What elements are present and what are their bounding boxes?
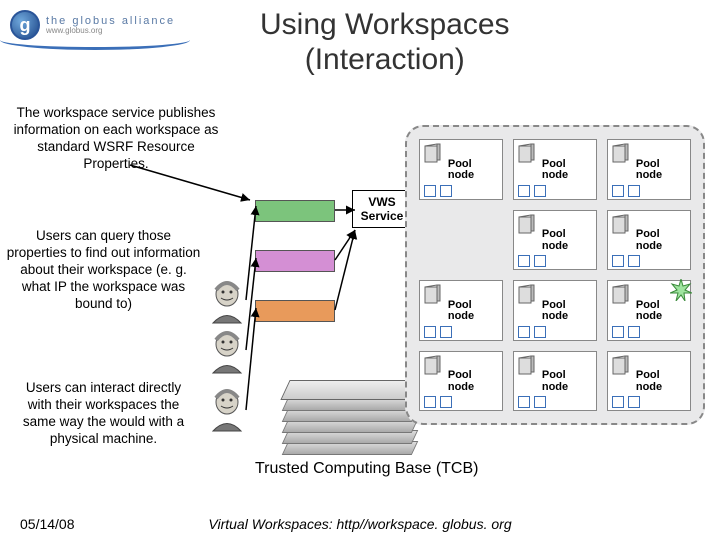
server-stack-icon: [285, 380, 415, 455]
pool-node: Poolnode: [513, 280, 597, 341]
server-icon: [517, 354, 535, 376]
server-icon: [423, 283, 441, 305]
pool-node-label: Poolnode: [542, 370, 568, 393]
pool-node: Poolnode: [419, 351, 503, 412]
mini-box-icon: [534, 185, 546, 197]
mini-box-icon: [424, 396, 436, 408]
arrow-orange-to-vws: [333, 226, 363, 316]
pool-node: Poolnode: [513, 139, 597, 200]
mini-box-icon: [628, 396, 640, 408]
server-icon: [611, 283, 629, 305]
mini-box-icon: [518, 255, 530, 267]
mini-box-icon: [612, 185, 624, 197]
logo-swoosh: [0, 30, 190, 50]
server-icon: [611, 213, 629, 235]
mini-box-icon: [440, 185, 452, 197]
pool-node-label: Poolnode: [542, 159, 568, 182]
mini-box-icon: [518, 185, 530, 197]
user-icon: [207, 280, 247, 324]
description-interact: Users can interact directly with their w…: [16, 380, 191, 448]
server-icon: [423, 354, 441, 376]
pool-frame: Poolnode Poolnode Poolnode Poolnode Poolnode…: [405, 125, 705, 425]
pool-node-label: Poolnode: [448, 159, 474, 182]
mini-box-icon: [424, 185, 436, 197]
server-icon: [517, 213, 535, 235]
mini-box-icon: [612, 255, 624, 267]
description-query: Users can query those properties to find…: [6, 228, 201, 312]
logo-line1: the globus alliance: [46, 15, 175, 27]
workspace-box-purple: [255, 250, 335, 272]
workspace-box-orange: [255, 300, 335, 322]
arrow-desc1-to-boxes: [120, 155, 260, 205]
pool-node-label: Poolnode: [448, 300, 474, 323]
workspace-box-green: [255, 200, 335, 222]
starburst-icon: [670, 279, 692, 301]
mini-box-icon: [534, 326, 546, 338]
mini-box-icon: [518, 326, 530, 338]
arrow-user3-to-orange: [242, 302, 262, 417]
footer-credit: Virtual Workspaces: http//workspace. glo…: [0, 516, 720, 532]
mini-box-icon: [628, 326, 640, 338]
mini-box-icon: [612, 326, 624, 338]
tcb-label: Trusted Computing Base (TCB): [255, 460, 478, 478]
mini-box-icon: [534, 396, 546, 408]
pool-node-label: Poolnode: [636, 300, 662, 323]
mini-box-icon: [440, 326, 452, 338]
pool-node: Poolnode: [607, 280, 691, 341]
pool-node: Poolnode: [513, 210, 597, 271]
pool-node: Poolnode: [607, 351, 691, 412]
mini-box-icon: [424, 326, 436, 338]
mini-box-icon: [440, 396, 452, 408]
user-icon: [207, 330, 247, 374]
pool-node: Poolnode: [607, 210, 691, 271]
pool-node: Poolnode: [607, 139, 691, 200]
server-icon: [611, 354, 629, 376]
server-icon: [517, 142, 535, 164]
mini-box-icon: [518, 396, 530, 408]
pool-grid: Poolnode Poolnode Poolnode Poolnode Poolnode…: [419, 139, 691, 411]
user-icon: [207, 388, 247, 432]
pool-node-label: Poolnode: [542, 300, 568, 323]
server-icon: [611, 142, 629, 164]
server-icon: [423, 142, 441, 164]
pool-node-label: Poolnode: [636, 229, 662, 252]
pool-node-label: Poolnode: [448, 370, 474, 393]
pool-node: Poolnode: [419, 139, 503, 200]
arrow-green-to-vws: [333, 200, 363, 214]
mini-box-icon: [612, 396, 624, 408]
mini-box-icon: [628, 185, 640, 197]
pool-node: Poolnode: [513, 351, 597, 412]
pool-node: Poolnode: [419, 280, 503, 341]
pool-node-label: Poolnode: [542, 229, 568, 252]
pool-node-label: Poolnode: [636, 370, 662, 393]
mini-box-icon: [534, 255, 546, 267]
server-icon: [517, 283, 535, 305]
pool-node-label: Poolnode: [636, 159, 662, 182]
mini-box-icon: [628, 255, 640, 267]
slide-title: Using Workspaces (Interaction): [260, 8, 510, 77]
